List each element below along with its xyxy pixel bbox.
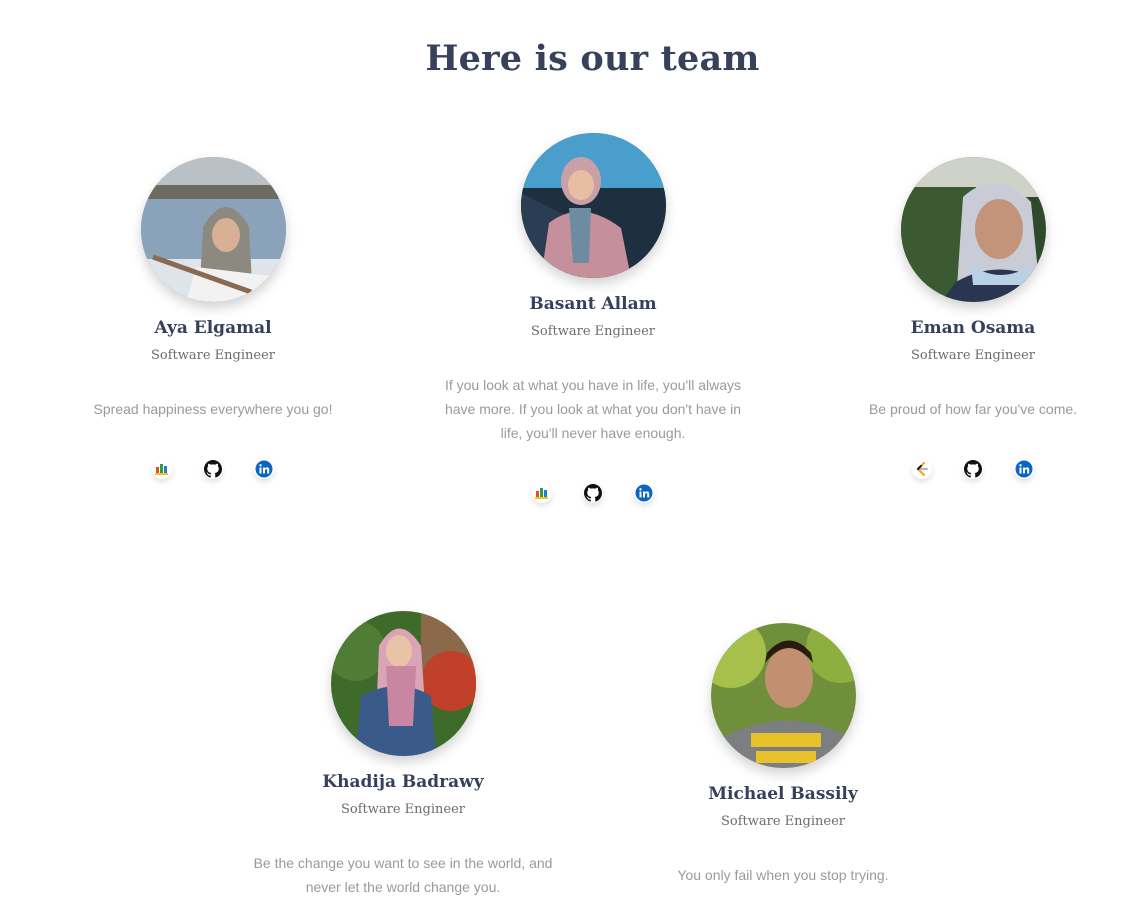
member-quote: Spread happiness everywhere you go!: [93, 401, 333, 417]
member-quote: If you look at what you have in life, yo…: [444, 377, 742, 441]
social-links: [413, 483, 773, 503]
avatar: [710, 623, 856, 768]
github-icon[interactable]: [583, 483, 603, 503]
linkedin-icon[interactable]: [634, 483, 654, 503]
avatar: [520, 133, 666, 278]
github-icon[interactable]: [203, 459, 223, 479]
social-links: [793, 459, 1137, 479]
member-role: Software Engineer: [150, 348, 275, 363]
member-quote: Be the change you want to see in the wor…: [253, 855, 553, 895]
member-name: Aya Elgamal: [154, 318, 272, 338]
team-card-michael: Michael Bassily Software Engineer You on…: [603, 623, 963, 887]
bar-chart-icon[interactable]: [152, 459, 172, 479]
bar-chart-icon[interactable]: [532, 483, 552, 503]
member-name: Basant Allam: [529, 294, 657, 314]
avatar: [330, 611, 476, 756]
member-quote: Be proud of how far you've come.: [868, 401, 1078, 417]
github-icon[interactable]: [963, 459, 983, 479]
avatar: [140, 157, 286, 302]
member-name: Eman Osama: [910, 318, 1036, 338]
member-quote: You only fail when you stop trying.: [677, 867, 889, 883]
leetcode-icon[interactable]: [912, 459, 932, 479]
member-role: Software Engineer: [530, 324, 655, 339]
linkedin-icon[interactable]: [1014, 459, 1034, 479]
page-title: Here is our team: [425, 38, 760, 79]
member-role: Software Engineer: [910, 348, 1035, 363]
member-role: Software Engineer: [340, 802, 465, 817]
team-card-aya: Aya Elgamal Software Engineer Spread hap…: [33, 157, 393, 479]
avatar: [900, 157, 1046, 302]
team-card-eman: Eman Osama Software Engineer Be proud of…: [793, 157, 1137, 479]
member-name: Khadija Badrawy: [322, 772, 484, 792]
linkedin-icon[interactable]: [254, 459, 274, 479]
member-role: Software Engineer: [720, 814, 845, 829]
member-name: Michael Bassily: [708, 784, 858, 804]
social-links: [33, 459, 393, 479]
team-card-basant: Basant Allam Software Engineer If you lo…: [413, 133, 773, 503]
team-card-khadija: Khadija Badrawy Software Engineer Be the…: [223, 611, 583, 899]
